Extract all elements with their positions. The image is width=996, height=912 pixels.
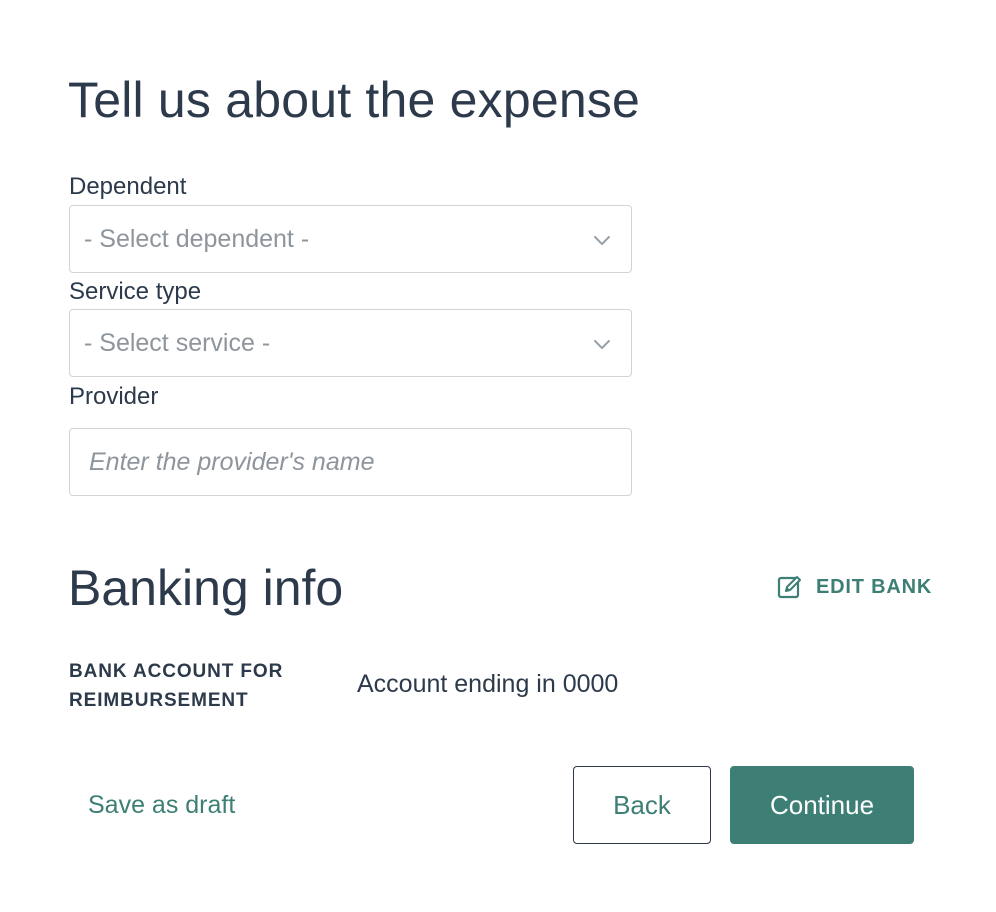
edit-icon [777,576,801,599]
chevron-down-icon [594,340,610,349]
provider-field-wrapper [69,428,632,496]
provider-label: Provider [69,383,159,410]
dependent-select[interactable]: - Select dependent - [69,205,632,273]
bank-account-value: Account ending in 0000 [357,670,619,698]
edit-bank-button[interactable]: EDIT BANK [776,570,932,604]
service-type-select-value: - Select service - [84,329,271,357]
chevron-down-icon [594,236,610,245]
dependent-label: Dependent [69,173,187,200]
banking-info-title: Banking info [68,560,344,616]
save-as-draft-link[interactable]: Save as draft [88,789,235,821]
back-button[interactable]: Back [573,766,711,844]
continue-button[interactable]: Continue [730,766,914,844]
page-title: Tell us about the expense [68,72,641,128]
bank-account-label: BANK ACCOUNT FOR REIMBURSEMENT [69,661,284,711]
service-type-label: Service type [69,278,202,305]
service-type-select[interactable]: - Select service - [69,309,632,377]
edit-bank-label: EDIT BANK [816,575,933,598]
dependent-select-value: - Select dependent - [84,225,310,253]
provider-input[interactable] [70,429,631,495]
